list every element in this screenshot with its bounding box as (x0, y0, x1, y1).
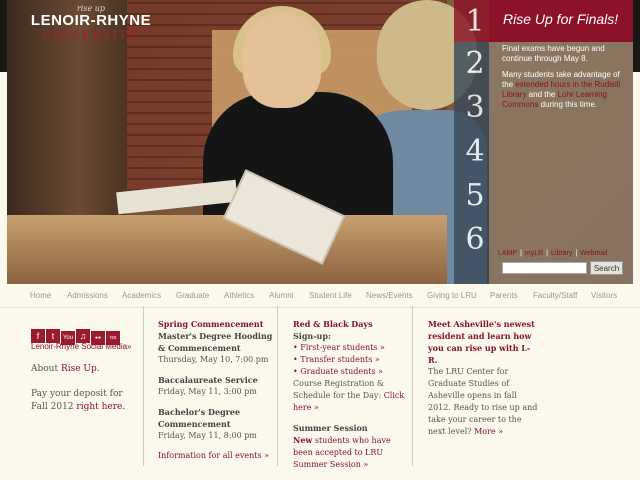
feature-p2-post: during this time. (538, 100, 598, 109)
asheville-more-link[interactable]: More » (474, 427, 503, 436)
commencement-heading[interactable]: Spring Commencement (158, 318, 273, 330)
event-3-time: Friday, May 11, 8:00 pm (158, 431, 257, 440)
feature-title: Rise Up for Finals! (489, 0, 633, 42)
feature-paragraph-2: Many students take advantage of the exte… (502, 70, 623, 110)
deposit-link[interactable]: right here. (76, 402, 125, 412)
signup-label: Sign-up: (293, 331, 331, 341)
about-pre: About (31, 364, 61, 374)
about-rise-up: About Rise Up. (31, 364, 100, 374)
nav-giving[interactable]: Giving to LRU (427, 291, 477, 300)
about-rise-up-link[interactable]: Rise Up. (61, 364, 100, 374)
facebook-icon[interactable]: f (31, 329, 45, 343)
quicklink-separator: | (546, 250, 548, 257)
schedule-text: Course Registration & Schedule for the D… (293, 378, 408, 414)
event-1-time: Thursday, May 10, 7:00 pm (158, 355, 269, 364)
quicklink-webmail[interactable]: Webmail (580, 250, 607, 257)
twitter-icon[interactable]: t (46, 329, 60, 343)
nav-student-life[interactable]: Student Life (309, 291, 352, 300)
hero-student-1-face (243, 12, 321, 108)
nav-alumni[interactable]: Alumni (269, 291, 293, 300)
logo-university: UNIVERSITY (42, 27, 140, 42)
red-black-days-column: Red & Black Days Sign-up: • First-year s… (293, 318, 408, 471)
schedule-pre: Course Registration & Schedule for the D… (293, 379, 385, 400)
quicklink-library[interactable]: Library (551, 250, 572, 257)
event-2-time: Friday, May 11, 3:00 pm (158, 387, 257, 396)
asheville-heading[interactable]: Meet Asheville's newest resident and lea… (428, 318, 538, 366)
music-icon[interactable]: ♫ (76, 329, 90, 343)
asheville-body: The LRU Center for Graduate Studies of A… (428, 366, 538, 438)
feature-p2-mid: and the (526, 90, 558, 99)
quicklink-mylr[interactable]: myLR (525, 250, 543, 257)
logo-name: LENOIR-RHYNE (30, 12, 152, 29)
commencement-column: Spring Commencement Master's Degree Hood… (158, 318, 273, 462)
red-black-heading[interactable]: Red & Black Days (293, 318, 408, 330)
feature-body: Final exams have begun and continue thro… (489, 42, 633, 110)
nav-athletics[interactable]: Athletics (224, 291, 254, 300)
social-media-link[interactable]: Lenoir-Rhyne Social Media» (31, 342, 132, 351)
event-3-title: Bachelor's Degree Commencement (158, 407, 241, 429)
search-input[interactable] (502, 262, 587, 274)
quicklink-lamp[interactable]: LAMP (498, 250, 517, 257)
summer-session-text: New students who have been accepted to L… (293, 434, 408, 471)
quick-links: LAMP | myLR | Library | Webmail (498, 250, 607, 257)
feature-paragraph-1: Final exams have begun and continue thro… (502, 44, 605, 63)
transfer-link[interactable]: • Transfer students » (293, 354, 408, 366)
event-2-title: Baccalaureate Service (158, 375, 258, 385)
nav-graduate[interactable]: Graduate (176, 291, 209, 300)
university-logo[interactable]: rise up LENOIR-RHYNE UNIVERSITY (26, 4, 156, 48)
main-nav: Home Admissions Academics Graduate Athle… (0, 284, 640, 308)
nav-faculty-staff[interactable]: Faculty/Staff (533, 291, 577, 300)
asheville-column: Meet Asheville's newest resident and lea… (428, 318, 538, 438)
nav-news-events[interactable]: News/Events (366, 291, 413, 300)
nav-visitors[interactable]: Visitors (591, 291, 617, 300)
nav-academics[interactable]: Academics (122, 291, 161, 300)
column-divider (412, 306, 413, 466)
hero-table (7, 215, 447, 284)
summer-new-label: New (293, 435, 313, 445)
quicklink-separator: | (520, 250, 522, 257)
column-divider (143, 306, 144, 466)
deposit-text: Pay your deposit for Fall 2012 right her… (31, 388, 141, 414)
search-button[interactable]: Search (590, 261, 623, 275)
all-events-link[interactable]: Information for all events » (158, 450, 273, 462)
asheville-body-text: The LRU Center for Graduate Studies of A… (428, 367, 538, 436)
summer-session-title: Summer Session (293, 423, 368, 433)
first-year-link[interactable]: • First-year students » (293, 342, 408, 354)
nav-parents[interactable]: Parents (490, 291, 518, 300)
event-1-title: Master's Degree Hooding & Commencement (158, 331, 273, 353)
column-divider (277, 306, 278, 466)
graduate-link[interactable]: • Graduate students » (293, 366, 408, 378)
nav-home[interactable]: Home (30, 291, 51, 300)
quicklink-separator: | (575, 250, 578, 257)
nav-admissions[interactable]: Admissions (67, 291, 108, 300)
feature-panel: Rise Up for Finals! Final exams have beg… (489, 0, 633, 284)
